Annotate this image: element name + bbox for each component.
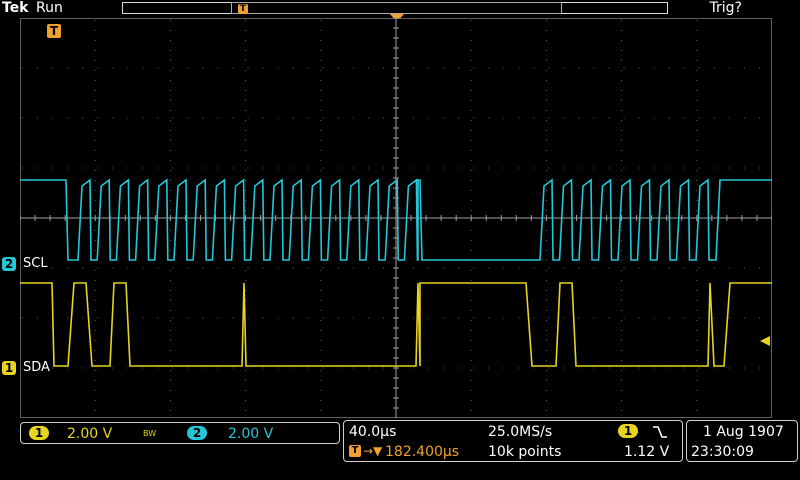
trigger-position-icon: T xyxy=(349,445,361,457)
waveform-display[interactable] xyxy=(20,18,772,418)
trigger-level: 1.12 V xyxy=(624,444,670,460)
brand-logo: Tek xyxy=(2,0,29,16)
record-trigger-marker-icon: T xyxy=(238,4,248,14)
ch2-label: SCL xyxy=(23,256,48,271)
datetime-readout: 1 Aug 1907 23:30:09 xyxy=(686,420,798,462)
ch1-label: SDA xyxy=(23,360,50,375)
record-view-window xyxy=(231,2,562,14)
time-value: 23:30:09 xyxy=(691,444,754,460)
ch1-ground-marker-icon[interactable]: 1 xyxy=(2,361,16,375)
trigger-source-badge: 1 xyxy=(618,424,638,438)
bw-limit-indicator: BW xyxy=(143,429,157,438)
vertical-readout[interactable]: 1 2.00 V BW 2 2.00 V xyxy=(20,422,340,444)
trigger-position-value: 182.400µs xyxy=(385,444,460,460)
status-bar: Tek Run T Trig? xyxy=(0,0,800,22)
horizontal-readout[interactable]: 40.0µs T →▼ 182.400µs 25.0MS/s 10k point… xyxy=(343,420,683,462)
trigger-level-arrow-icon xyxy=(760,336,770,346)
ch2-badge: 2 xyxy=(187,426,207,440)
readout-panel: 1 2.00 V BW 2 2.00 V 40.0µs T →▼ 182.400… xyxy=(0,418,800,480)
trigger-status: Trig? xyxy=(709,0,742,16)
ch2-scale: 2.00 V xyxy=(228,426,274,442)
acquisition-state: Run xyxy=(36,0,63,16)
trigger-position-marker-icon: T xyxy=(47,24,61,38)
ch1-scale: 2.00 V xyxy=(67,426,113,442)
date-value: 1 Aug 1907 xyxy=(703,424,784,440)
trigger-offset-arrow-icon: →▼ xyxy=(363,444,383,458)
sample-rate: 25.0MS/s xyxy=(488,424,553,440)
graticule-grid xyxy=(20,18,772,418)
timebase-value: 40.0µs xyxy=(349,424,397,440)
falling-edge-icon xyxy=(653,426,667,438)
ch1-badge: 1 xyxy=(29,426,49,440)
ch2-ground-marker-icon[interactable]: 2 xyxy=(2,257,16,271)
record-length: 10k points xyxy=(488,444,562,460)
